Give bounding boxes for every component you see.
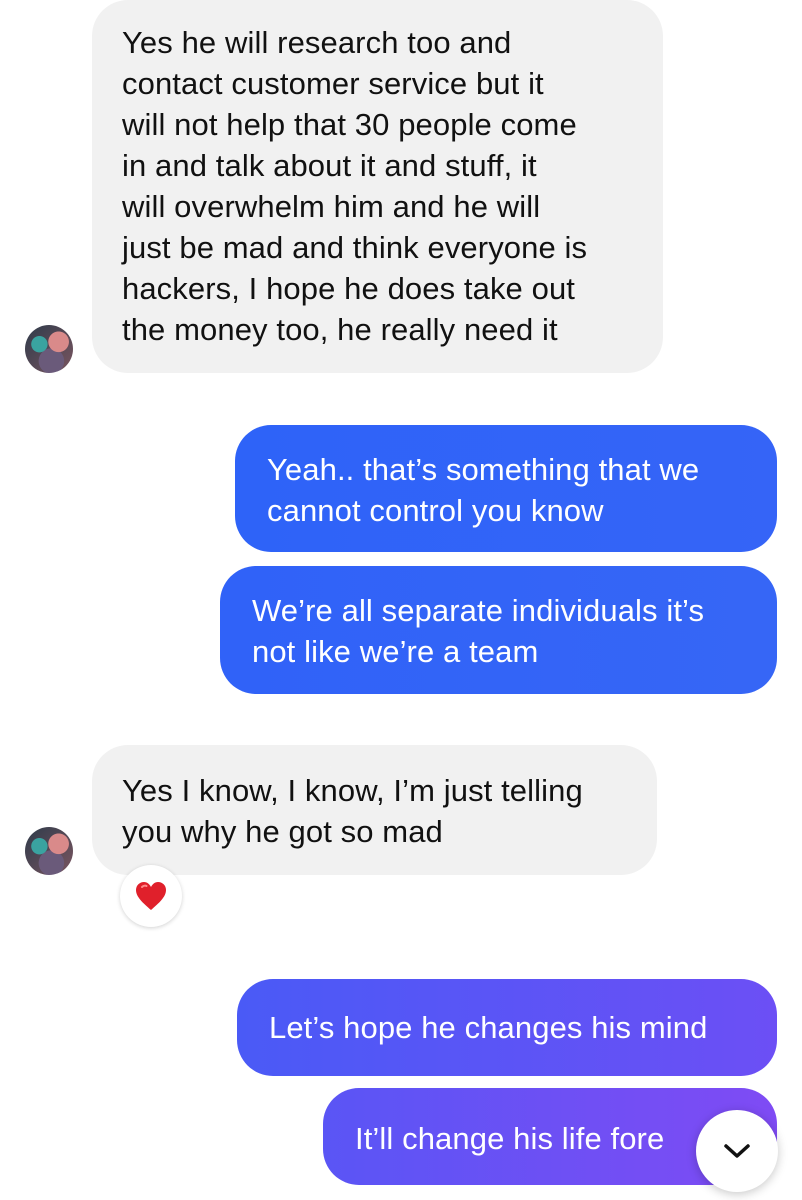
heart-reaction-icon — [136, 882, 166, 910]
message-text: Yeah.. that’s something that we cannot c… — [267, 452, 700, 528]
message-text: It’ll change his life fore — [355, 1121, 665, 1156]
heart-reaction[interactable] — [120, 865, 182, 927]
contact-avatar[interactable] — [25, 325, 73, 373]
message-text: Let’s hope he changes his mind — [269, 1010, 708, 1045]
incoming-message[interactable]: Yes he will research too and contact cus… — [92, 0, 663, 373]
outgoing-message[interactable]: Let’s hope he changes his mind — [237, 979, 777, 1076]
message-thread[interactable]: Yes he will research too and contact cus… — [0, 0, 802, 1200]
incoming-message[interactable]: Yes I know, I know, I’m just telling you… — [92, 745, 657, 875]
contact-avatar[interactable] — [25, 827, 73, 875]
scroll-to-bottom-button[interactable] — [696, 1110, 778, 1192]
message-text: Yes I know, I know, I’m just telling you… — [122, 773, 583, 849]
chevron-down-icon — [724, 1144, 750, 1158]
outgoing-message[interactable]: Yeah.. that’s something that we cannot c… — [235, 425, 777, 552]
message-text: Yes he will research too and contact cus… — [122, 25, 588, 347]
outgoing-message[interactable]: We’re all separate individuals it’s not … — [220, 566, 777, 694]
message-text: We’re all separate individuals it’s not … — [252, 593, 705, 669]
